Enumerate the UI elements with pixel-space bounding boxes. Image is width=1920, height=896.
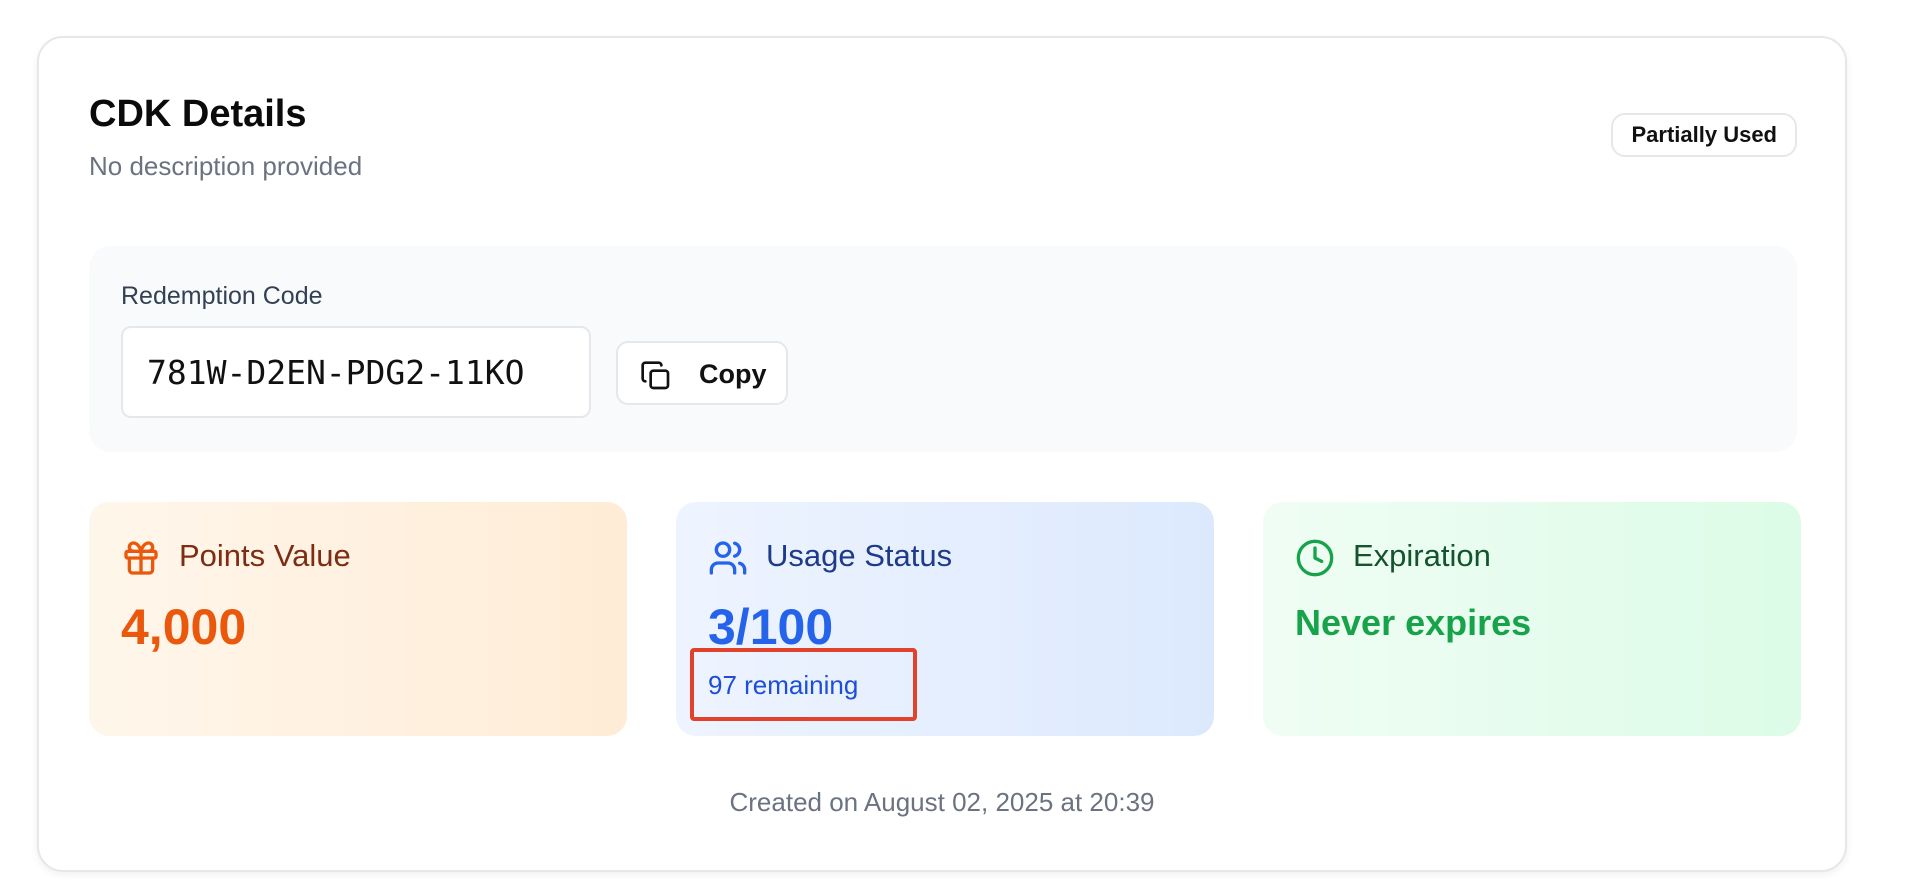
- redemption-code-label: Redemption Code: [121, 282, 323, 310]
- created-timestamp: Created on August 02, 2025 at 20:39: [729, 787, 1155, 817]
- points-value: 4,000: [121, 599, 247, 655]
- cdk-details-card: CDK Details No description provided Part…: [37, 36, 1847, 872]
- expiration-label: Expiration: [1353, 538, 1491, 573]
- expiration-value: Never expires: [1295, 602, 1532, 643]
- points-value-label: Points Value: [179, 538, 351, 573]
- redemption-code-panel: Redemption Code 781W-D2EN-PDG2-11KO Copy: [89, 246, 1797, 452]
- status-badge: Partially Used: [1611, 113, 1797, 157]
- usage-status-card: Usage Status 3/100 97 remaining: [676, 502, 1214, 736]
- usage-remaining: 97 remaining: [708, 670, 859, 700]
- clock-icon: [1296, 539, 1334, 577]
- copy-icon: [641, 361, 670, 390]
- points-value-card: Points Value 4,000: [89, 502, 627, 736]
- redemption-code-value[interactable]: 781W-D2EN-PDG2-11KO: [121, 326, 591, 418]
- users-icon: [709, 541, 747, 575]
- copy-button[interactable]: Copy: [616, 341, 788, 405]
- page-description: No description provided: [89, 151, 363, 181]
- usage-status-label: Usage Status: [766, 538, 953, 573]
- expiration-card: Expiration Never expires: [1263, 502, 1801, 736]
- page-title: CDK Details: [89, 93, 307, 135]
- copy-button-label: Copy: [699, 359, 767, 389]
- gift-icon: [124, 541, 158, 575]
